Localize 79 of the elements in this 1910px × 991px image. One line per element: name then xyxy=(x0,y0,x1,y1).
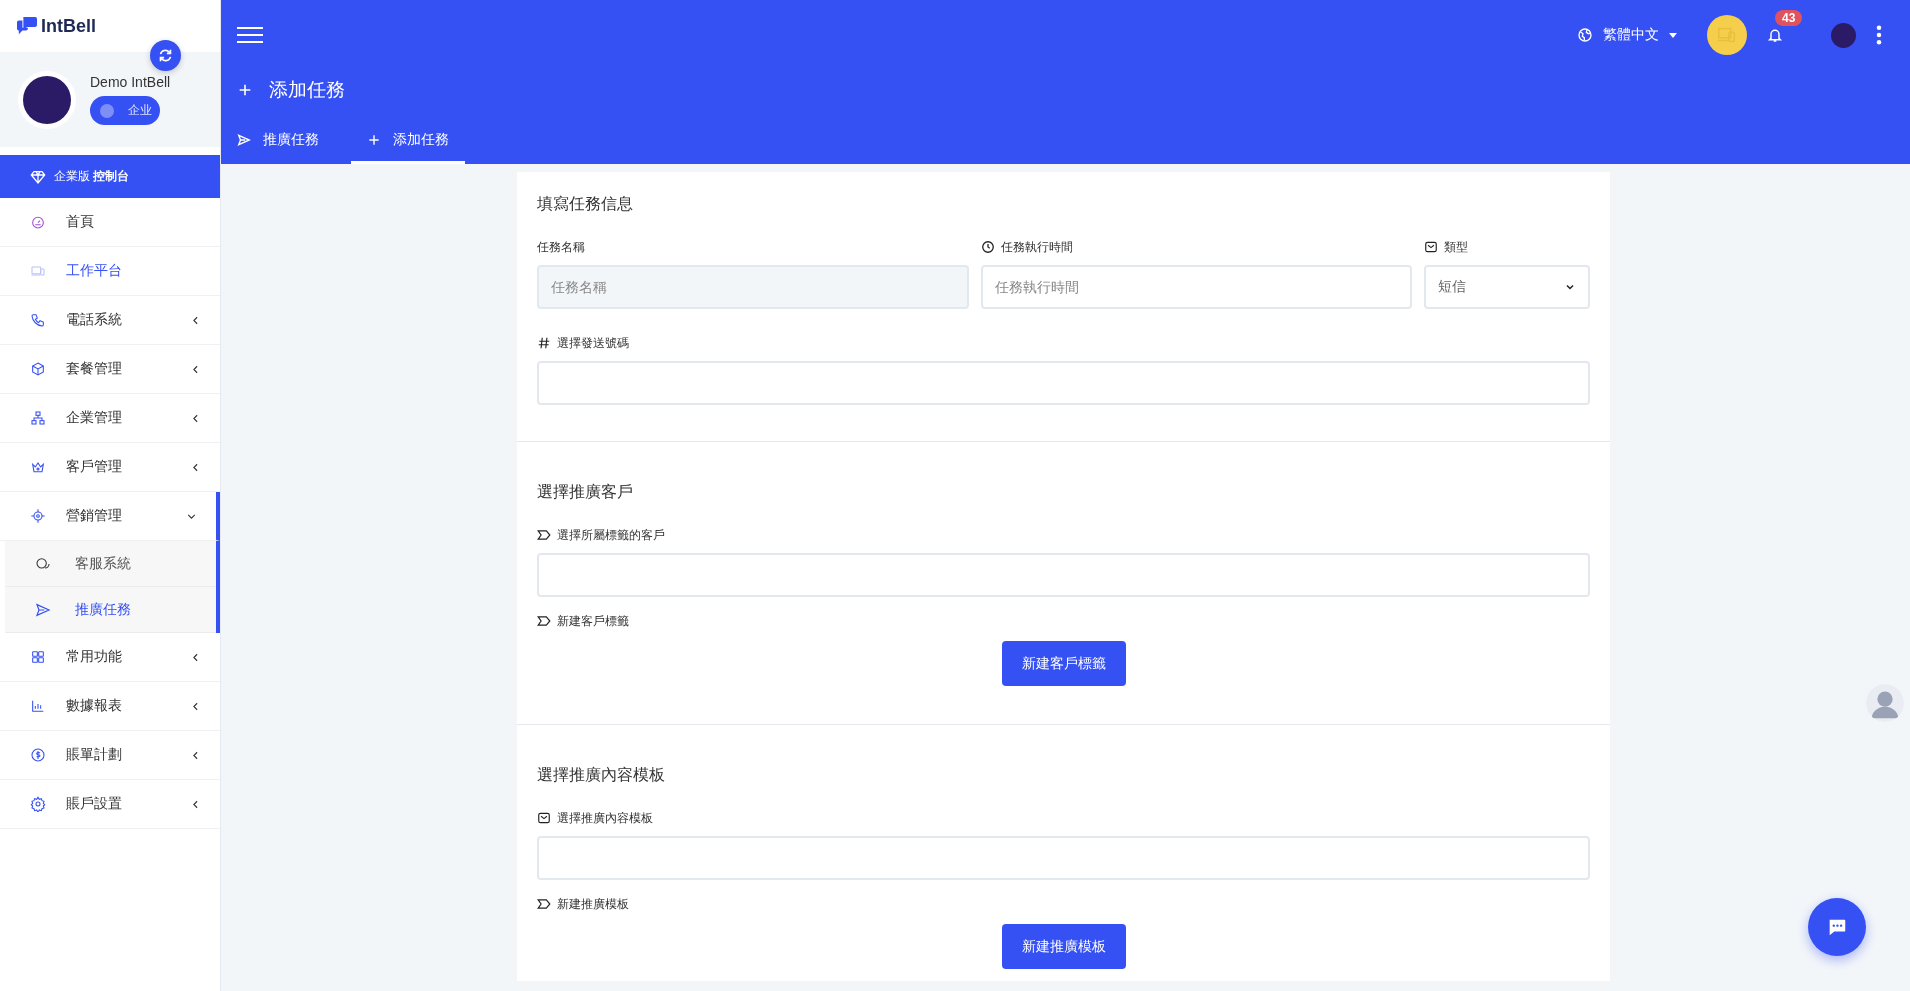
sidebar-item[interactable]: 賬單計劃 xyxy=(0,731,220,780)
language-dropdown[interactable]: 繁體中文 xyxy=(1577,26,1677,44)
grid-icon xyxy=(30,649,46,665)
sidebar-item[interactable]: 客戶管理 xyxy=(0,443,220,492)
assistant-avatar[interactable] xyxy=(1866,684,1904,722)
page-title: 添加任務 xyxy=(269,78,345,102)
sidebar-item[interactable]: 數據報表 xyxy=(0,682,220,731)
field-label: 選擇推廣內容模板 xyxy=(557,810,653,827)
field-label: 任務執行時間 xyxy=(1000,239,1073,256)
bell-icon xyxy=(1767,27,1783,43)
refresh-icon xyxy=(157,47,174,64)
more-options-button[interactable] xyxy=(1876,25,1882,45)
photo-placeholder xyxy=(23,75,71,124)
sidebar-item[interactable]: 企業管理 xyxy=(0,394,220,443)
tab[interactable]: 添加任務 xyxy=(351,131,465,164)
gear-icon xyxy=(30,796,46,812)
globe-icon xyxy=(1577,27,1593,43)
tag-icon xyxy=(537,528,551,542)
type-select[interactable]: 短信 xyxy=(1424,265,1590,309)
menu-button[interactable] xyxy=(237,26,263,44)
tab[interactable]: 推廣任務 xyxy=(237,131,335,164)
account-type-switch[interactable]: 企业 xyxy=(90,96,160,125)
envelope-icon xyxy=(537,811,551,825)
user-name: Demo IntBell xyxy=(90,74,171,90)
execution-time-field[interactable]: 任務執行時間 xyxy=(980,265,1412,309)
crosshair-icon xyxy=(30,508,46,524)
send-icon xyxy=(35,601,51,618)
chat-bubbles-icon xyxy=(16,16,38,36)
notification-button[interactable] xyxy=(1767,27,1783,43)
sidebar-item[interactable]: 電話系統 xyxy=(0,296,220,345)
chat-icon xyxy=(35,555,51,572)
sidebar-item[interactable]: 套餐管理 xyxy=(0,345,220,394)
menu-icon xyxy=(237,26,263,44)
console-label: 企業版 控制台 xyxy=(54,168,130,185)
chat-button[interactable] xyxy=(1808,898,1866,956)
sidebar-subitem[interactable]: 客服系統 xyxy=(5,541,216,587)
tag-icon xyxy=(537,614,551,628)
sidebar-item[interactable]: 常用功能 xyxy=(0,633,220,682)
caret-icon xyxy=(1669,32,1677,38)
field-label: 選擇所屬標籤的客戶 xyxy=(557,527,665,544)
send-icon xyxy=(237,133,251,147)
bar-chart-icon xyxy=(30,698,46,714)
new-template-button[interactable]: 新建推廣模板 xyxy=(1001,924,1126,969)
hierarchy-icon xyxy=(30,410,46,426)
new-customer-tag-button[interactable]: 新建客戶標籤 xyxy=(1001,641,1126,686)
refresh-button[interactable] xyxy=(150,40,181,71)
hash-icon xyxy=(537,336,551,350)
sender-number-field[interactable] xyxy=(537,361,1590,405)
sidebar-item[interactable]: 首頁 xyxy=(0,198,220,247)
cube-icon xyxy=(30,361,46,377)
notification-count: 43 xyxy=(1775,10,1803,26)
gauge-icon xyxy=(30,214,46,230)
device-button[interactable] xyxy=(1707,15,1747,55)
sidebar-subitem[interactable]: 推廣任務 xyxy=(5,587,216,633)
phone-icon xyxy=(30,312,46,328)
sidebar-item[interactable]: 賬戶設置 xyxy=(0,780,220,829)
photo-placeholder[interactable] xyxy=(1831,22,1856,48)
clock-icon xyxy=(980,240,995,254)
brand-name: IntBell xyxy=(41,15,96,37)
field-label: 選擇發送號碼 xyxy=(557,335,629,352)
dollar-icon xyxy=(30,747,46,763)
section-title: 選擇推廣客戶 xyxy=(537,482,634,502)
field-label: 新建客戶標籤 xyxy=(557,613,629,630)
template-field[interactable] xyxy=(537,836,1590,880)
field-label: 任務名稱 xyxy=(537,239,586,256)
console-bar[interactable]: 企業版 控制台 xyxy=(0,155,220,198)
laptop-icon xyxy=(30,263,46,279)
plus-icon xyxy=(237,82,253,98)
section-title: 選擇推廣內容模板 xyxy=(537,765,666,785)
envelope-icon xyxy=(1424,240,1438,254)
kebab-icon xyxy=(1876,25,1882,45)
field-label: 類型 xyxy=(1444,239,1468,256)
field-label: 新建推廣模板 xyxy=(557,896,629,913)
tag-icon xyxy=(537,897,551,911)
customer-tag-field[interactable] xyxy=(537,553,1590,597)
sidebar-item[interactable]: 工作平台 xyxy=(0,247,220,296)
plus-icon xyxy=(367,133,381,147)
diamond-icon xyxy=(30,168,46,185)
section-title: 填寫任務信息 xyxy=(537,194,634,214)
